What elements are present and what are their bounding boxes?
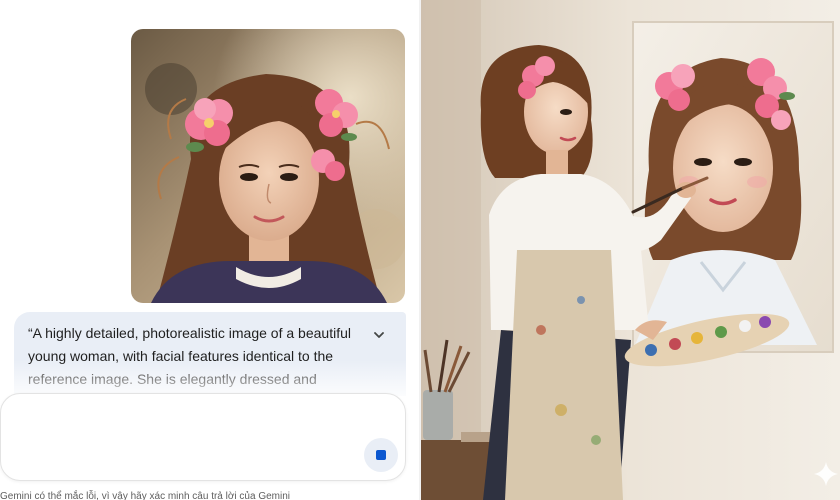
uploaded-reference-photo[interactable] [131,29,405,303]
chat-panel: “A highly detailed, photorealistic image… [0,0,420,500]
generated-image[interactable] [421,0,840,500]
reference-photo-art [131,29,405,303]
message-input-container [0,393,406,481]
user-prompt-bubble: “A highly detailed, photorealistic image… [14,312,406,396]
generated-painting-scene [421,0,840,500]
stop-generation-button[interactable] [364,438,398,472]
message-input[interactable] [19,408,349,432]
prompt-fade-overlay [14,360,406,396]
disclaimer-text: Gemini có thể mắc lỗi, vì vậy hãy xác mi… [0,491,290,500]
chevron-down-icon[interactable] [370,326,388,344]
stop-icon [376,450,386,460]
